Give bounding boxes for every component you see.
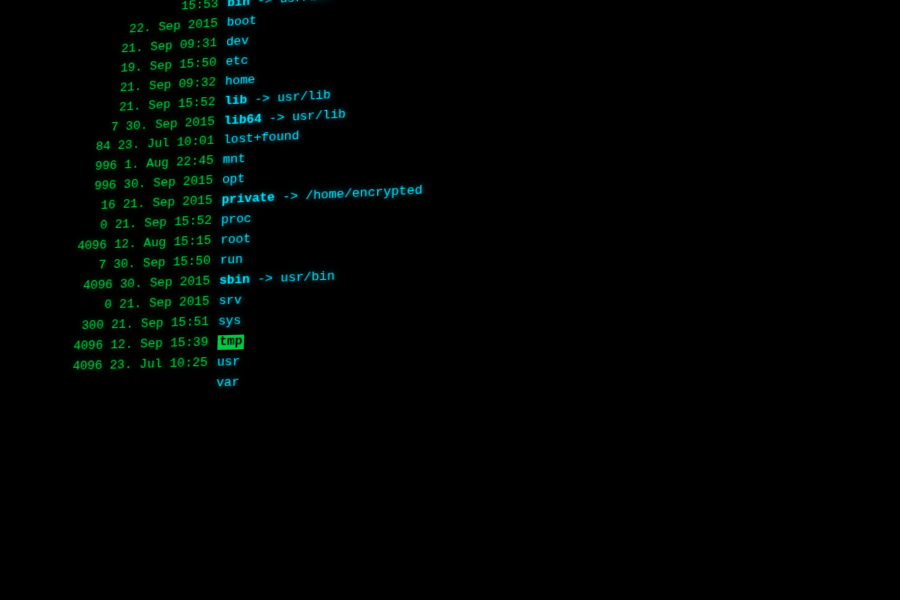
line-text: root — [220, 233, 251, 249]
line-text: -> usr/bin — [250, 270, 335, 288]
line-text: lib64 — [224, 112, 262, 128]
line-text: -> usr/lib — [247, 88, 331, 107]
line-text: home — [225, 73, 255, 89]
line-text: private — [221, 191, 275, 208]
line-right: srv — [218, 292, 241, 313]
line-text: mnt — [223, 153, 246, 168]
line-right: home — [225, 71, 256, 93]
line-right: proc — [221, 210, 252, 231]
line-text: srv — [219, 294, 242, 309]
terminal-content: 15:53bin -> usr/bin22. Sep 2015boot21. S… — [0, 0, 900, 401]
line-text: -> /home/encrypted — [275, 184, 423, 206]
line-right: lost+found — [223, 128, 299, 152]
line-right: mnt — [222, 151, 245, 172]
line-text: var — [216, 375, 239, 390]
line-text: dev — [226, 34, 249, 50]
line-right: usr — [217, 353, 241, 374]
line-text: opt — [222, 173, 245, 188]
line-text: lib — [224, 93, 247, 108]
line-left — [0, 386, 216, 392]
line-right: tmp — [217, 332, 244, 353]
line-right: sys — [218, 312, 241, 333]
line-right: run — [220, 251, 243, 272]
line-right: opt — [222, 171, 245, 192]
line-text: sbin — [219, 273, 250, 289]
line-text: lost+found — [223, 130, 299, 148]
line-right: sbin -> usr/bin — [219, 268, 335, 293]
line-right: var — [216, 373, 240, 394]
line-text: -> usr/lib — [261, 107, 345, 126]
line-text: usr — [217, 355, 240, 370]
line-right: root — [220, 231, 251, 252]
line-text: etc — [225, 54, 248, 70]
line-text: run — [220, 253, 243, 268]
line-text: -> usr/bin — [250, 0, 333, 9]
terminal-inner: 15:53bin -> usr/bin22. Sep 2015boot21. S… — [13, 0, 900, 600]
line-text: sys — [218, 314, 241, 329]
line-right: etc — [225, 52, 248, 73]
line-text: bin — [227, 0, 250, 11]
line-text: tmp — [217, 334, 244, 349]
line-right: boot — [226, 12, 256, 34]
line-text: boot — [227, 14, 257, 30]
line-text: proc — [221, 212, 252, 228]
terminal-window: 15:53bin -> usr/bin22. Sep 2015boot21. S… — [0, 0, 900, 600]
line-right: dev — [226, 33, 249, 54]
